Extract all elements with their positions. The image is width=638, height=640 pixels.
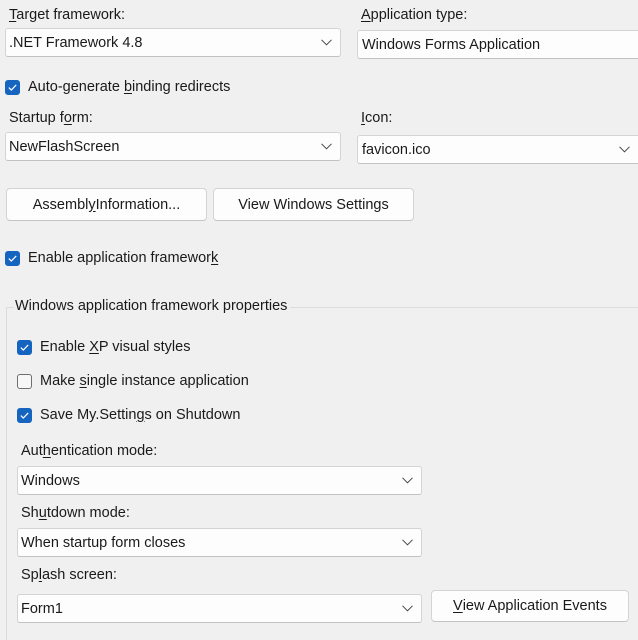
label-text-part: Enable xyxy=(40,339,90,355)
label-text-part: h xyxy=(42,443,51,459)
label-text-part: s on Shutdown xyxy=(144,407,241,423)
assembly-information-button[interactable]: Assembl y Information... xyxy=(6,188,207,221)
authentication-mode-dropdown[interactable]: Windows xyxy=(17,466,422,495)
label-text-part: Auto-generate xyxy=(28,79,124,95)
shutdown-mode-value: When startup form closes xyxy=(21,534,186,551)
label-text-part: arget framework: xyxy=(16,7,126,23)
auto-generate-binding-label: Auto-generate binding redirects xyxy=(28,78,230,96)
chevron-down-icon xyxy=(610,136,638,163)
single-instance-label: Make single instance application xyxy=(40,372,249,390)
chevron-down-icon xyxy=(312,29,340,56)
label-text-part: V xyxy=(453,598,463,614)
splash-screen-dropdown[interactable]: Form1 xyxy=(17,594,422,623)
view-application-events-button[interactable]: View Application Events xyxy=(431,590,629,622)
label-text-part: g xyxy=(373,196,382,213)
auto-generate-binding-checkbox[interactable]: Auto-generate binding redirects xyxy=(5,78,230,96)
label-text-part: s xyxy=(381,196,389,213)
label-text-part: ingle instance application xyxy=(86,373,249,389)
icon-dropdown[interactable]: favicon.ico xyxy=(357,135,638,164)
label-text-part: P visual styles xyxy=(98,339,191,355)
target-framework-value: .NET Framework 4.8 xyxy=(9,34,143,51)
label-text-part: b xyxy=(123,79,133,95)
checkbox-checked-icon[interactable] xyxy=(5,250,20,266)
view-windows-settings-button[interactable]: View Windows Settin g s xyxy=(213,188,414,221)
label-text-part: g xyxy=(136,407,145,423)
framework-properties-group-title: Windows application framework properties xyxy=(14,297,291,315)
label-text-part: con: xyxy=(365,110,393,126)
label-text-part: ash screen: xyxy=(41,567,117,583)
shutdown-mode-dropdown[interactable]: When startup form closes xyxy=(17,528,422,557)
label-text-part: o xyxy=(63,110,72,126)
label-text-part: A xyxy=(361,7,371,23)
checkbox-checked-icon[interactable] xyxy=(17,339,32,355)
authentication-mode-label: Authentication mode: xyxy=(21,442,157,460)
chevron-down-icon xyxy=(393,529,421,556)
label-text-part: u xyxy=(38,505,47,521)
label-text-part: inding redirects xyxy=(132,79,231,95)
checkbox-checked-icon[interactable] xyxy=(5,79,20,95)
target-framework-label: Target framework: xyxy=(9,6,125,24)
application-type-label: Application type: xyxy=(361,6,467,24)
label-text-part: Save My.Settin xyxy=(40,407,137,423)
splash-screen-value: Form1 xyxy=(21,600,63,617)
label-text-part: Information... xyxy=(95,196,181,213)
label-text-part: entication mode: xyxy=(50,443,158,459)
label-text-part: Sp xyxy=(21,567,39,583)
icon-value: favicon.ico xyxy=(362,141,431,158)
label-text-part: pplication type: xyxy=(370,7,468,23)
authentication-mode-value: Windows xyxy=(21,472,80,489)
label-text-part: tdown mode: xyxy=(46,505,130,521)
startup-form-value: NewFlashScreen xyxy=(9,138,120,155)
shutdown-mode-label: Shutdown mode: xyxy=(21,504,130,522)
label-text-part: X xyxy=(89,339,99,355)
checkbox-unchecked-icon[interactable] xyxy=(17,373,32,389)
label-text-part: View Windows Settin xyxy=(238,196,374,213)
enable-xp-visual-styles-checkbox[interactable]: Enable XP visual styles xyxy=(17,338,190,356)
label-text-part: k xyxy=(210,250,219,266)
chevron-down-icon xyxy=(393,467,421,494)
startup-form-dropdown[interactable]: NewFlashScreen xyxy=(5,132,341,161)
target-framework-dropdown[interactable]: .NET Framework 4.8 xyxy=(5,28,341,57)
icon-label: Icon: xyxy=(361,109,392,127)
label-text-part: s xyxy=(79,373,87,389)
enable-application-framework-label: Enable application framework xyxy=(28,249,218,267)
label-text-part: Assembl xyxy=(32,196,89,213)
label-text-part: y xyxy=(88,196,96,213)
label-text-part: Aut xyxy=(21,443,43,459)
checkbox-checked-icon[interactable] xyxy=(17,407,32,423)
label-text-part: Sh xyxy=(21,505,39,521)
label-text-part: Enable application framewor xyxy=(28,250,211,266)
single-instance-checkbox[interactable]: Make single instance application xyxy=(17,372,249,390)
save-settings-on-shutdown-checkbox[interactable]: Save My.Settings on Shutdown xyxy=(17,406,240,424)
application-properties-page: Target framework: .NET Framework 4.8 App… xyxy=(0,0,638,640)
label-text-part: rm: xyxy=(71,110,93,126)
application-type-dropdown[interactable]: Windows Forms Application xyxy=(357,30,638,59)
label-text-part: Startup f xyxy=(9,110,64,126)
enable-xp-visual-styles-label: Enable XP visual styles xyxy=(40,338,190,356)
chevron-down-icon xyxy=(393,595,421,622)
enable-application-framework-checkbox[interactable]: Enable application framework xyxy=(5,249,218,267)
save-settings-on-shutdown-label: Save My.Settings on Shutdown xyxy=(40,406,240,424)
splash-screen-label: Splash screen: xyxy=(21,566,117,584)
label-text-part: iew Application Events xyxy=(462,598,607,614)
application-type-value: Windows Forms Application xyxy=(362,36,541,53)
chevron-down-icon xyxy=(312,133,340,160)
startup-form-label: Startup form: xyxy=(9,109,93,127)
label-text-part: Make xyxy=(40,373,80,389)
